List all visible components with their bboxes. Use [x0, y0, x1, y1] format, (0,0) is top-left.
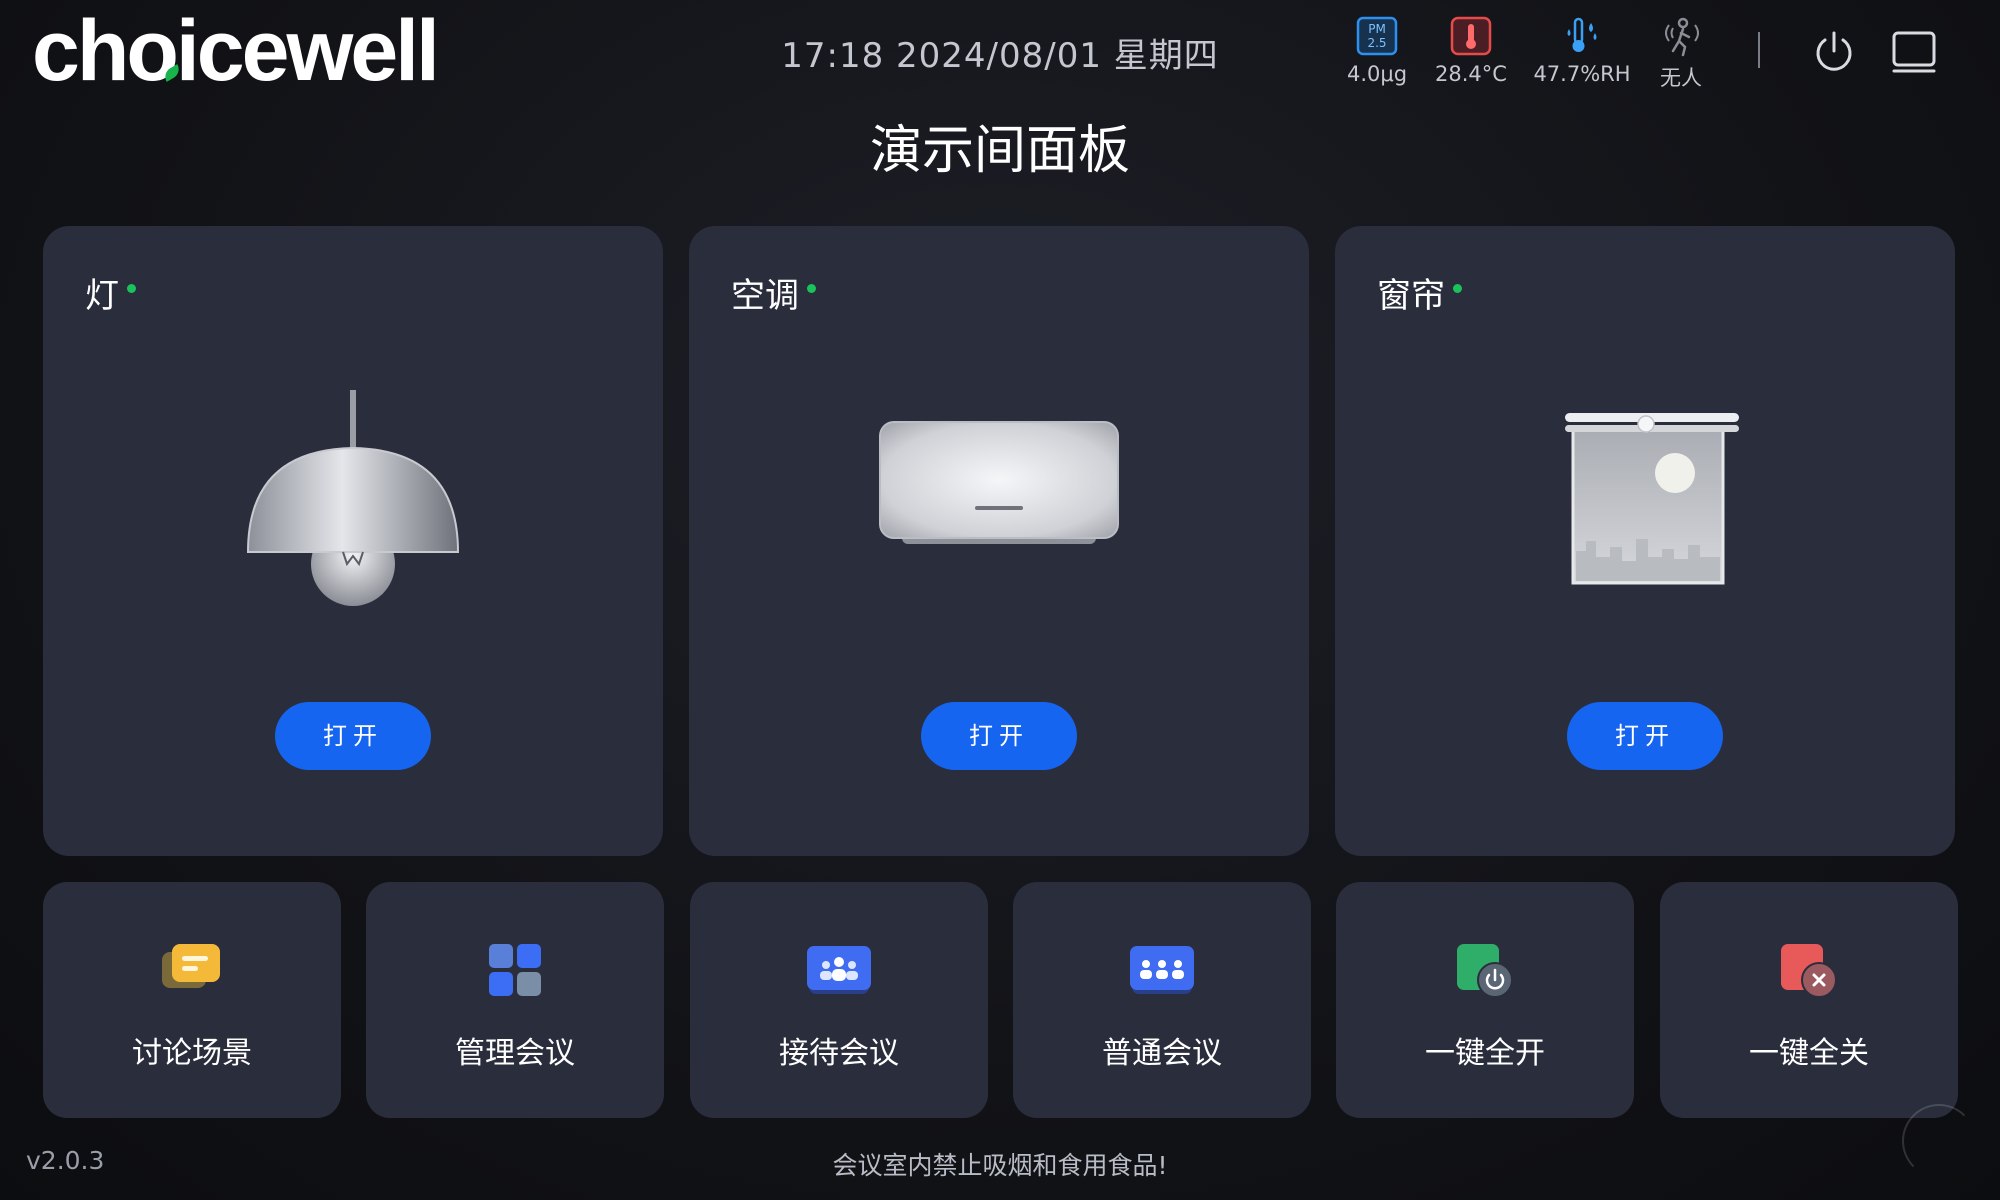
presence-icon — [1626, 12, 1736, 60]
device-card-title: 空调 — [731, 276, 799, 316]
device-card-title: 灯 — [85, 276, 119, 316]
all-off-icon — [1660, 938, 1958, 1002]
power-icon — [1816, 31, 1852, 71]
device-card-curtain: 窗帘 打开 — [1335, 226, 1955, 856]
ac-open-button[interactable]: 打开 — [921, 702, 1077, 770]
all-on-icon — [1336, 938, 1634, 1002]
sensor-humidity: 47.7%RH — [1527, 12, 1637, 86]
scene-label: 普通会议 — [1102, 1036, 1222, 1071]
brand-logo: choicewell — [32, 8, 440, 94]
scene-general-meeting[interactable]: 普通会议 — [1013, 882, 1311, 1118]
page-title: 演示间面板 — [869, 121, 1130, 181]
notice-text: 会议室内禁止吸烟和食用食品! — [832, 1151, 1168, 1180]
screen-icon — [1892, 31, 1936, 73]
pendant-lamp-icon — [43, 326, 663, 666]
power-button[interactable] — [1806, 24, 1862, 80]
scene-label: 一键全开 — [1425, 1036, 1545, 1071]
status-dot — [127, 284, 136, 293]
screen-button[interactable] — [1886, 24, 1942, 80]
scene-all-on[interactable]: 一键全开 — [1336, 882, 1634, 1118]
scene-label: 一键全关 — [1749, 1036, 1869, 1071]
pm25-badge-value: 2.5 — [1367, 36, 1386, 50]
version-label: v2.0.3 — [26, 1146, 105, 1175]
scene-label: 管理会议 — [455, 1036, 575, 1071]
scene-management[interactable]: 管理会议 — [366, 882, 664, 1118]
status-dot — [1453, 284, 1462, 293]
curtain-open-button[interactable]: 打开 — [1567, 702, 1723, 770]
sensor-presence: 无人 — [1626, 12, 1736, 92]
reception-icon — [690, 938, 988, 1002]
management-icon — [366, 938, 664, 1002]
scene-all-off[interactable]: 一键全关 — [1660, 882, 1958, 1118]
humidity-icon — [1527, 12, 1637, 60]
thermometer-icon — [1416, 12, 1526, 60]
scene-label: 接待会议 — [779, 1036, 899, 1071]
device-card-title: 窗帘 — [1377, 276, 1445, 316]
pm25-badge-label: PM — [1368, 22, 1386, 36]
general-meeting-icon — [1013, 938, 1311, 1002]
sensor-presence-value: 无人 — [1660, 66, 1702, 90]
scene-label: 讨论场景 — [132, 1036, 252, 1071]
datetime-display: 17:18 2024/08/01 星期四 — [781, 36, 1219, 76]
status-dot — [807, 284, 816, 293]
sensor-temperature-value: 28.4°C — [1435, 62, 1507, 86]
device-card-air-conditioner: 空调 打开 — [689, 226, 1309, 856]
air-conditioner-icon — [689, 326, 1309, 666]
scene-discussion[interactable]: 讨论场景 — [43, 882, 341, 1118]
header-divider — [1758, 32, 1760, 68]
device-card-light: 灯 打开 — [43, 226, 663, 856]
curtain-icon — [1335, 326, 1955, 666]
sensor-temperature: 28.4°C — [1416, 12, 1526, 86]
discussion-icon — [43, 938, 341, 1002]
light-open-button[interactable]: 打开 — [275, 702, 431, 770]
brand-logo-text: choicewell — [32, 3, 440, 99]
scene-reception[interactable]: 接待会议 — [690, 882, 988, 1118]
sensor-humidity-value: 47.7%RH — [1533, 62, 1631, 86]
corner-decoration — [1902, 1104, 1976, 1178]
